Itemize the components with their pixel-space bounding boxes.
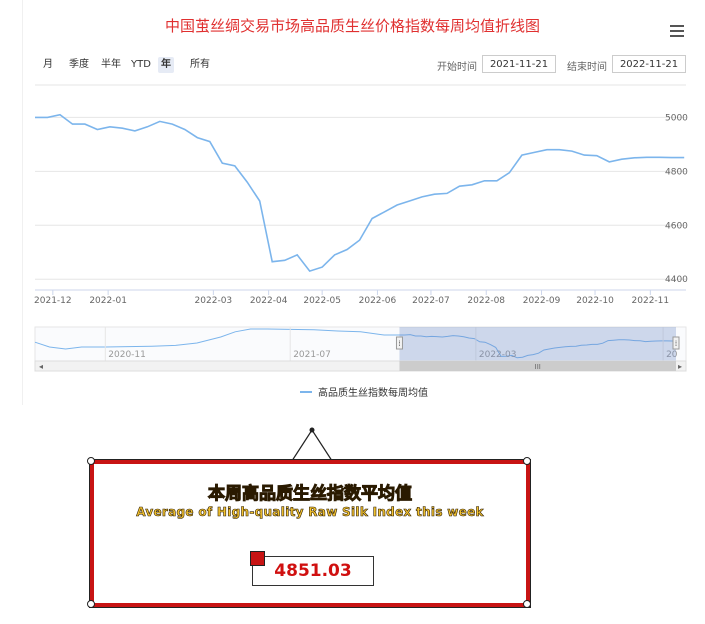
x-tick-label: 2022-01 [89,296,127,306]
y-tick-label: 5000 [665,113,688,123]
navigator-selection[interactable] [399,327,676,361]
x-tick-label: 2022-08 [467,296,505,306]
navigator-label: 2021-07 [293,350,331,360]
scroll-right-arrow-icon[interactable]: ▸ [678,362,682,371]
value-marker-icon [250,551,265,566]
legend-label: 高品质生丝指数每周均值 [318,388,428,399]
navigator[interactable]: 2020-112021-072022-0320⁞⁞◂▸III [34,326,687,372]
corner-dot-icon [523,600,531,608]
x-tick-label: 2022-05 [303,296,341,306]
navigator-handle-icon: ⁞ [675,339,678,348]
x-tick-label: 2022-10 [576,296,614,306]
scrollbar-grip-icon: III [535,363,541,371]
series-line-0[interactable] [35,113,685,273]
legend-swatch [300,390,312,393]
x-axis: 2021-12 2022-01 2022-03 2022-04 2022-05 2022-… [34,289,686,306]
callout-title-cn: 本周高品质生丝指数平均值 [208,484,413,505]
x-tick-label: 2022-11 [632,296,670,306]
y-tick-label: 4600 [665,221,688,231]
corner-dot-icon [87,600,95,608]
x-tick-label: 2022-09 [523,296,561,306]
x-tick-label: 2021-12 [34,296,72,306]
scroll-left-arrow-icon[interactable]: ◂ [39,362,43,371]
line-chart: 4400460048005000 2021-12 2022-01 2022-03 20… [34,84,688,372]
callout-title-en: Average of High-quality Raw Silk Index t… [136,505,484,520]
weekly-average-value: 4851.03 [252,556,374,586]
corner-dot-icon [87,457,95,465]
navigator-label: 2020-11 [108,350,146,360]
x-tick-label: 2022-04 [250,296,288,306]
x-tick-label: 2022-06 [359,296,397,306]
legend-item[interactable]: 高品质生丝指数每周均值 [300,384,428,399]
y-tick-label: 4800 [665,167,688,177]
navigator-handle-icon: ⁞ [398,339,401,348]
corner-dot-icon [523,457,531,465]
x-tick-label: 2022-07 [412,296,450,306]
y-axis: 4400 4600 4800 5000 [665,113,688,285]
y-tick-label: 4400 [665,275,688,285]
weekly-average-card: 本周高品质生丝指数平均值 Average of High-quality Raw… [90,460,530,607]
grid-lines [35,84,686,280]
series-layer [35,113,685,273]
x-tick-label: 2022-03 [195,296,233,306]
